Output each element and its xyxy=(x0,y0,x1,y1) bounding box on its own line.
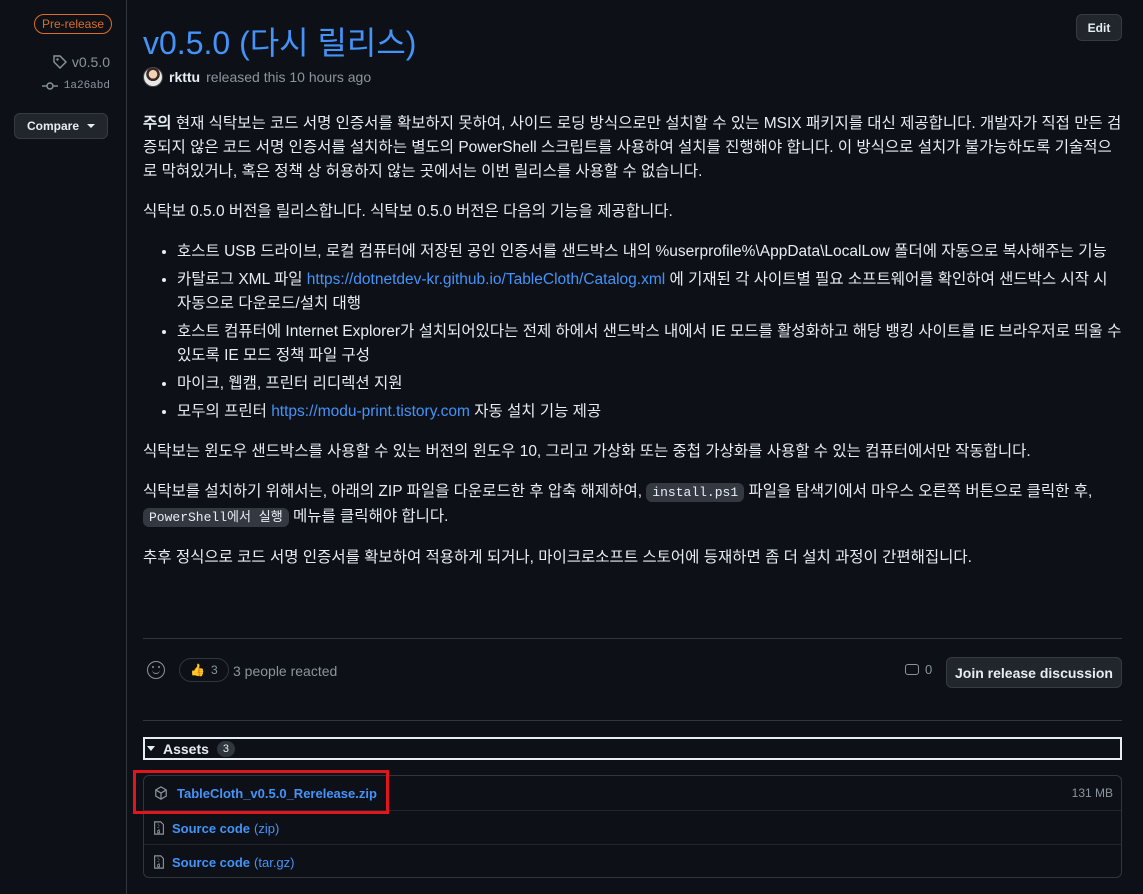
file-zip-icon xyxy=(154,821,164,835)
feature-text: 마이크, 웹캠, 프린터 리디렉션 지원 xyxy=(177,375,403,392)
source-code-targz-link[interactable]: Source code xyxy=(172,855,250,870)
add-reaction-icon[interactable] xyxy=(147,661,165,679)
install-text: 파일을 탐색기에서 마우스 오른쪽 버튼으로 클릭한 후, xyxy=(744,483,1093,500)
source-code-zip-format[interactable]: (zip) xyxy=(254,821,279,836)
feature-text: 자동 설치 기능 제공 xyxy=(469,403,602,420)
notice-label: 주의 xyxy=(143,115,172,132)
list-item: 모두의 프린터 https://modu-print.tistory.com 자… xyxy=(177,400,1122,424)
modu-print-link[interactable]: https://modu-print.tistory.com xyxy=(271,403,470,420)
install-text: 메뉴를 클릭해야 합니다. xyxy=(288,508,449,525)
chevron-down-icon xyxy=(87,124,95,128)
feature-text: 호스트 USB 드라이브, 로컬 컴퓨터에 저장된 공인 인증서를 샌드박스 내… xyxy=(177,243,1107,260)
notice-text: 현재 식탁보는 코드 서명 인증서를 확보하지 못하여, 사이드 로딩 방식으로… xyxy=(143,115,1122,180)
feature-text: 모두의 프린터 xyxy=(177,403,272,420)
release-author-row: rkttu released this 10 hours ago xyxy=(143,67,371,87)
install-paragraph: 식탁보를 설치하기 위해서는, 아래의 ZIP 파일을 다운로드한 후 압축 해… xyxy=(143,480,1122,530)
reaction-count: 3 xyxy=(210,663,218,677)
triangle-down-icon xyxy=(147,746,155,751)
list-item: 카탈로그 XML 파일 https://dotnetdev-kr.github.… xyxy=(177,268,1122,316)
source-code-zip-link[interactable]: Source code xyxy=(172,821,250,836)
list-item: 호스트 컴퓨터에 Internet Explorer가 설치되어있다는 전제 하… xyxy=(177,320,1122,368)
tag-name: v0.5.0 xyxy=(71,54,110,70)
feature-text: 카탈로그 XML 파일 xyxy=(177,271,307,288)
tag-link[interactable]: v0.5.0 xyxy=(52,54,110,70)
feature-text: 호스트 컴퓨터에 Internet Explorer가 설치되어있다는 전제 하… xyxy=(177,323,1122,364)
avatar[interactable] xyxy=(143,67,163,87)
author-name[interactable]: rkttu xyxy=(169,69,200,85)
install-text: 식탁보를 설치하기 위해서는, 아래의 ZIP 파일을 다운로드한 후 압축 해… xyxy=(143,483,647,500)
comment-icon xyxy=(905,664,919,675)
commit-link[interactable]: 1a26abd xyxy=(41,80,110,92)
list-item: 마이크, 웹캠, 프린터 리디렉션 지원 xyxy=(177,372,1122,396)
asset-size: 131 MB xyxy=(1071,786,1113,800)
pre-release-badge: Pre-release xyxy=(34,14,113,34)
divider xyxy=(143,638,1122,639)
commit-hash: 1a26abd xyxy=(63,80,110,92)
notice-paragraph: 주의 현재 식탁보는 코드 서명 인증서를 확보하지 못하여, 사이드 로딩 방… xyxy=(143,112,1122,184)
assets-toggle[interactable]: Assets 3 xyxy=(143,737,1122,760)
catalog-link[interactable]: https://dotnetdev-kr.github.io/TableClot… xyxy=(307,271,665,288)
thumbs-up-reaction[interactable]: 👍 3 xyxy=(179,658,229,682)
intro-paragraph: 식탁보 0.5.0 버전을 릴리스합니다. 식탁보 0.5.0 버전은 다음의 … xyxy=(143,203,673,220)
edit-button[interactable]: Edit xyxy=(1076,14,1122,41)
future-paragraph: 추후 정식으로 코드 서명 인증서를 확보하여 적용하게 되거나, 마이크로소프… xyxy=(143,549,972,566)
compare-label: Compare xyxy=(26,119,79,133)
asset-row-source-zip[interactable]: Source code (zip) xyxy=(144,810,1121,845)
powershell-run-code: PowerShell에서 실행 xyxy=(143,508,289,527)
assets-count: 3 xyxy=(216,740,236,757)
requirements-paragraph: 식탁보는 윈도우 샌드박스를 사용할 수 있는 버전의 윈도우 10, 그리고 … xyxy=(143,443,1031,460)
feature-list: 호스트 USB 드라이브, 로컬 컴퓨터에 저장된 공인 인증서를 샌드박스 내… xyxy=(143,240,1122,424)
tag-icon xyxy=(53,55,67,69)
released-time: released this 10 hours ago xyxy=(206,69,372,85)
comments-link[interactable]: 0 xyxy=(905,662,932,677)
source-code-targz-format[interactable]: (tar.gz) xyxy=(254,855,294,870)
highlight-box xyxy=(133,770,389,814)
commit-icon xyxy=(41,82,58,90)
file-zip-icon xyxy=(154,855,164,869)
thumbs-up-icon: 👍 xyxy=(190,663,205,677)
compare-button[interactable]: Compare xyxy=(14,113,108,139)
join-discussion-button[interactable]: Join release discussion xyxy=(946,657,1122,688)
reactions-summary: 3 people reacted xyxy=(233,663,338,679)
asset-row-source-targz[interactable]: Source code (tar.gz) xyxy=(144,844,1121,879)
comment-count: 0 xyxy=(925,662,933,677)
reactions-row: 👍 3 3 people reacted 0 Join release disc… xyxy=(143,655,1122,689)
list-item: 호스트 USB 드라이브, 로컬 컴퓨터에 저장된 공인 인증서를 샌드박스 내… xyxy=(177,240,1122,264)
release-notes: 주의 현재 식탁보는 코드 서명 인증서를 확보하지 못하여, 사이드 로딩 방… xyxy=(143,112,1122,586)
divider xyxy=(143,720,1122,721)
release-title[interactable]: v0.5.0 (다시 릴리스) xyxy=(143,18,416,64)
install-script-code: install.ps1 xyxy=(646,483,745,502)
release-sidebar: Pre-release v0.5.0 1a26abd Compare xyxy=(0,0,127,894)
assets-title: Assets xyxy=(163,740,209,757)
